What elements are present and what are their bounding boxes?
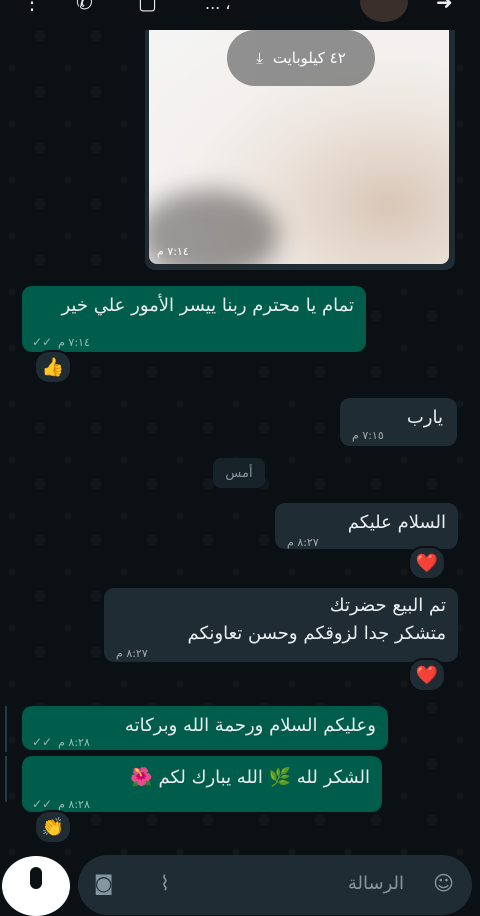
message-text: تمام يا محترم ربنا ييسر الأمور علي خير bbox=[61, 295, 355, 316]
message-bubble-incoming[interactable]: يارب ٧:١٥ م bbox=[340, 398, 457, 446]
download-button[interactable]: ⤓ ٤٢ كيلوبايت bbox=[227, 30, 375, 86]
message-time: ٧:١٤ م bbox=[157, 245, 189, 258]
attach-icon[interactable]: ⌇ bbox=[160, 871, 170, 895]
read-ticks-icon: ✓✓ bbox=[32, 335, 56, 349]
more-icon[interactable]: ⋮ bbox=[22, 0, 42, 14]
selection-indicator bbox=[5, 706, 7, 752]
message-time: ٧:١٥ م bbox=[352, 429, 384, 442]
reaction-badge[interactable]: 👍 bbox=[34, 350, 72, 384]
emoji-sticker-icon[interactable]: ☺ bbox=[433, 871, 454, 895]
top-bar: ⋮ ✆ ▢ ... ، ➜ bbox=[0, 0, 480, 30]
message-text-line1: تم البيع حضرتك bbox=[329, 595, 446, 616]
reaction-badge[interactable]: ❤️ bbox=[408, 546, 446, 580]
video-call-icon[interactable]: ▢ bbox=[138, 0, 157, 14]
message-bubble-incoming[interactable]: السلام عليكم ٨:٢٧ م bbox=[275, 503, 458, 549]
image-message[interactable]: ⤓ ٤٢ كيلوبايت ٧:١٤ م bbox=[145, 30, 455, 270]
message-bubble-incoming[interactable]: تم البيع حضرتك متشكر جدا لزوقكم وحسن تعا… bbox=[104, 588, 458, 662]
message-placeholder: الرسالة bbox=[347, 873, 404, 894]
camera-icon[interactable]: ◙ bbox=[94, 871, 113, 895]
call-icon[interactable]: ✆ bbox=[76, 0, 93, 14]
read-ticks-icon: ✓✓ bbox=[32, 797, 56, 811]
reaction-badge[interactable]: ❤️ bbox=[408, 658, 446, 692]
message-time: ٨:٢٧ م bbox=[287, 536, 319, 549]
message-text: يارب bbox=[406, 407, 443, 428]
message-bubble-outgoing[interactable]: تمام يا محترم ربنا ييسر الأمور علي خير ✓… bbox=[22, 286, 366, 352]
message-text: وعليكم السلام ورحمة الله وبركاته bbox=[124, 715, 376, 736]
read-ticks-icon: ✓✓ bbox=[32, 735, 56, 749]
download-icon: ⤓ bbox=[256, 49, 263, 67]
message-text-line2: متشكر جدا لزوقكم وحسن تعاونكم bbox=[187, 623, 446, 644]
message-text: الشكر لله 🌿 الله يبارك لكم 🌺 bbox=[130, 767, 370, 788]
message-bubble-outgoing[interactable]: وعليكم السلام ورحمة الله وبركاته ✓✓ ٨:٢٨ … bbox=[22, 706, 388, 750]
date-divider: أمس bbox=[213, 458, 265, 488]
message-text: السلام عليكم bbox=[347, 512, 446, 533]
message-bubble-outgoing[interactable]: الشكر لله 🌿 الله يبارك لكم 🌺 ✓✓ ٨:٢٨ م bbox=[22, 756, 382, 812]
message-input[interactable]: ◙ ⌇ الرسالة ☺ bbox=[78, 855, 472, 915]
message-time: ٨:٢٧ م bbox=[116, 647, 148, 660]
message-meta: ✓✓ ٨:٢٨ م bbox=[32, 735, 90, 749]
mic-icon bbox=[30, 867, 42, 889]
back-arrow-icon[interactable]: ➜ bbox=[436, 0, 453, 14]
contact-name[interactable]: ... ، bbox=[205, 0, 231, 13]
voice-record-button[interactable] bbox=[2, 856, 70, 916]
reaction-badge[interactable]: 👏 bbox=[34, 810, 72, 844]
download-size: ٤٢ كيلوبايت bbox=[272, 49, 346, 67]
selection-indicator bbox=[5, 756, 7, 802]
avatar[interactable] bbox=[360, 0, 408, 22]
